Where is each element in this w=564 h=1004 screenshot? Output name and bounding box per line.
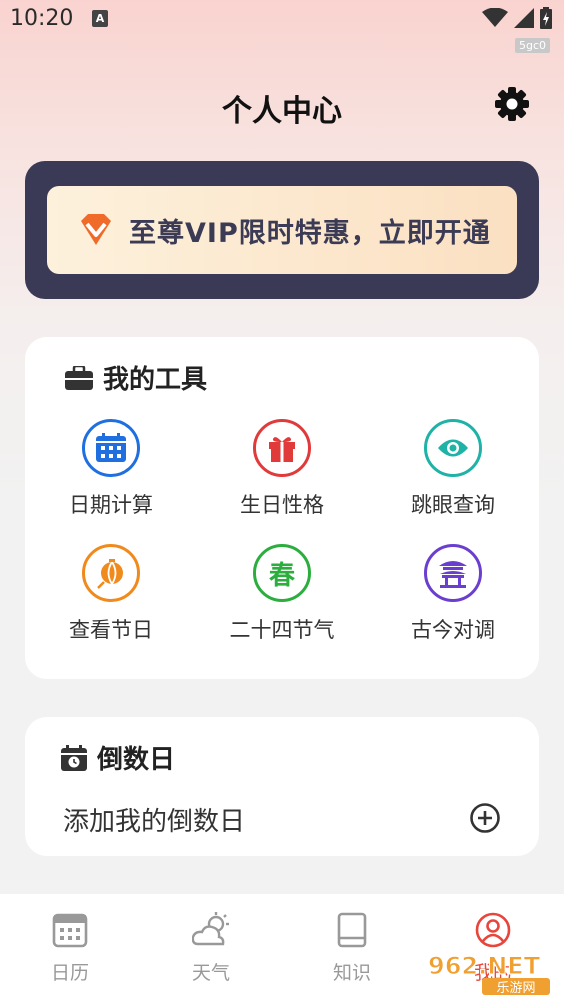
status-bar: 10:20 A 5gc0 [0, 0, 564, 53]
wifi-icon [482, 8, 508, 27]
eye-icon [438, 439, 468, 457]
tab-knowledge[interactable]: 知识 [307, 912, 397, 985]
tool-icon-ring: 春 [253, 544, 311, 602]
user-icon [475, 912, 511, 948]
tool-icon-ring [82, 419, 140, 477]
tools-title-text: 我的工具 [103, 365, 208, 395]
tab-label: 知识 [332, 962, 371, 984]
gift-icon [269, 437, 295, 462]
add-countdown-button[interactable] [469, 802, 501, 834]
tool-ancient-modern[interactable]: 古今对调 [383, 544, 523, 644]
tool-label: 二十四节气 [229, 618, 335, 642]
vip-card: 至尊VIP限时特惠，立即开通 [25, 161, 539, 299]
tool-icon-ring [424, 419, 482, 477]
pavilion-icon [439, 561, 467, 588]
status-time: 10:20 [10, 6, 74, 31]
tab-weather[interactable]: 天气 [166, 912, 256, 985]
tab-label: 天气 [191, 962, 230, 984]
calendar-grid-icon [52, 913, 88, 948]
countdown-card: 倒数日 添加我的倒数日 [25, 717, 539, 856]
tab-label: 日历 [50, 962, 89, 984]
briefcase-icon [65, 365, 93, 390]
tab-calendar[interactable]: 日历 [25, 912, 115, 985]
tool-label: 古今对调 [411, 618, 495, 642]
watermark-logo: 962.NET 乐游网 [428, 952, 550, 996]
battery-icon [540, 7, 552, 29]
add-countdown-label[interactable]: 添加我的倒数日 [63, 801, 245, 838]
tools-card: 我的工具 日期计算 生日性格 跳眼查询 查看节日 春 二十四节气 古今对调 [25, 337, 539, 679]
vip-text: 至尊VIP限时特惠，立即开通 [129, 217, 491, 249]
tools-title: 我的工具 [65, 359, 207, 396]
vip-banner[interactable]: 至尊VIP限时特惠，立即开通 [47, 186, 517, 274]
page-title: 个人中心 [222, 94, 342, 129]
notification-icon: A [92, 10, 108, 27]
svg-text:962.NET: 962.NET [428, 952, 541, 980]
spring-icon: 春 [268, 560, 295, 591]
tool-label: 日期计算 [69, 493, 153, 517]
tool-birthday[interactable]: 生日性格 [212, 419, 352, 519]
book-icon [337, 912, 367, 948]
calendar-icon [96, 433, 126, 462]
settings-button[interactable] [494, 86, 530, 122]
status-icons [482, 7, 552, 29]
countdown-title: 倒数日 [61, 739, 175, 776]
vip-diamond-icon [81, 214, 111, 245]
tool-solar-terms[interactable]: 春 二十四节气 [212, 544, 352, 644]
tool-icon-ring [82, 544, 140, 602]
lantern-icon [97, 559, 123, 589]
countdown-title-text: 倒数日 [97, 745, 176, 775]
plus-circle-icon [470, 803, 500, 833]
debug-tag: 5gc0 [514, 38, 550, 53]
gear-icon [495, 87, 529, 121]
svg-text:乐游网: 乐游网 [496, 981, 535, 996]
tool-label: 生日性格 [240, 493, 324, 517]
tool-icon-ring [424, 544, 482, 602]
tool-date-calc[interactable]: 日期计算 [41, 419, 181, 519]
calendar-clock-icon [61, 744, 87, 771]
tool-icon-ring [253, 419, 311, 477]
tool-label: 查看节日 [69, 618, 153, 642]
signal-icon [514, 8, 534, 28]
weather-icon [191, 912, 229, 946]
tool-festivals[interactable]: 查看节日 [41, 544, 181, 644]
tool-label: 跳眼查询 [411, 493, 495, 517]
tool-eye-jump[interactable]: 跳眼查询 [383, 419, 523, 519]
